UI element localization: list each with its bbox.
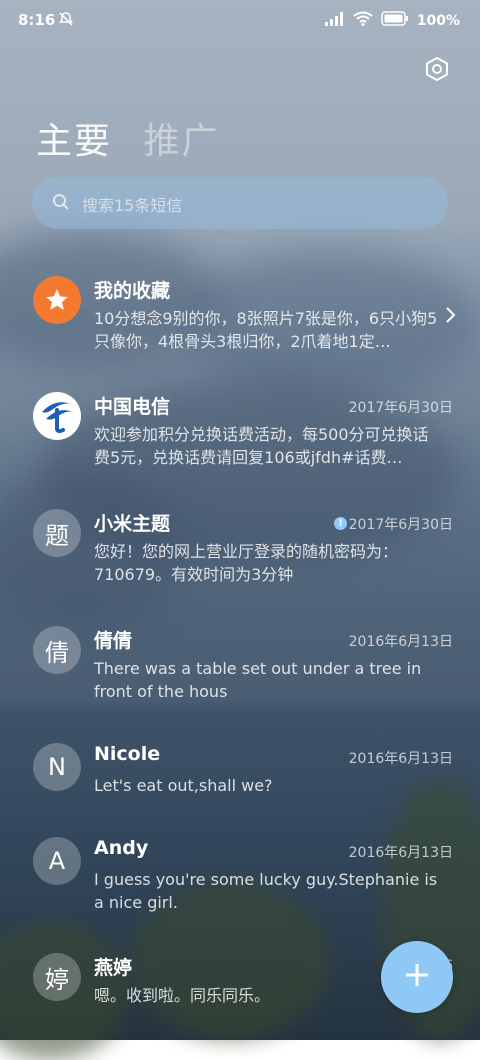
telecom-logo-icon xyxy=(33,392,81,440)
thread-date: 2016年6月13日 xyxy=(348,751,453,767)
wifi-icon xyxy=(353,11,373,30)
message-tabs: 主要 推广 xyxy=(36,112,237,164)
avatar: 婷 xyxy=(33,953,81,1001)
search-bar[interactable]: 搜索15条短信 xyxy=(32,177,448,229)
thread-name: 中国电信 xyxy=(94,396,171,418)
thread-preview: I guess you're some lucky guy.Stephanie … xyxy=(94,870,438,912)
avatar: A xyxy=(33,837,81,885)
search-icon xyxy=(52,193,70,215)
thread-preview: 10分想念9别的你，8张照片7张是你，6只小狗5只像你，4根骨头3根归你，2爪着… xyxy=(94,309,438,351)
status-bar: 8:16 100% xyxy=(0,0,480,40)
alert-icon: ! xyxy=(334,517,347,530)
thread-preview: 您好！您的网上营业厅登录的随机密码为：710679。有效时间为3分钟 xyxy=(94,542,399,584)
search-placeholder: 搜索15条短信 xyxy=(82,196,183,215)
thread-preview: Let's eat out,shall we? xyxy=(94,776,273,795)
star-icon xyxy=(33,276,81,324)
status-time: 8:16 xyxy=(18,11,56,29)
thread-date: 2016年6月13日 xyxy=(348,634,453,650)
battery-percentage: 100% xyxy=(416,12,460,29)
thread-name: Nicole xyxy=(94,743,161,765)
thread-row-telecom[interactable]: 中国电信 2017年6月30日 欢迎参加积分兑换话费活动，每500分可兑换话费5… xyxy=(0,384,480,494)
thread-row-xiaomi-theme[interactable]: 题 小米主题 ! 2017年6月30日 您好！您的网上营业厅登录的随机密码为：7… xyxy=(0,501,480,611)
thread-row-favorites[interactable]: 我的收藏 10分想念9别的你，8张照片7张是你，6只小狗5只像你，4根骨头3根归… xyxy=(0,268,480,378)
thread-preview: There was a table set out under a tree i… xyxy=(94,659,422,701)
signal-icon xyxy=(324,11,345,30)
thread-name: 燕婷 xyxy=(94,957,133,979)
avatar: 题 xyxy=(33,509,81,557)
bell-off-icon xyxy=(58,11,74,31)
chevron-right-icon xyxy=(444,306,456,328)
thread-name: 小米主题 xyxy=(94,513,171,535)
tab-primary[interactable]: 主要 xyxy=(36,112,112,164)
thread-preview: 欢迎参加积分兑换话费活动，每500分可兑换话费5元，兑换话费请回复106或jfd… xyxy=(94,425,429,467)
tab-promotions[interactable]: 推广 xyxy=(143,112,219,164)
thread-row-andy[interactable]: A Andy 2016年6月13日 I guess you're some lu… xyxy=(0,829,480,939)
thread-date: 2016年6月13日 xyxy=(348,845,453,861)
new-message-button[interactable] xyxy=(381,941,453,1013)
thread-name: 我的收藏 xyxy=(94,280,171,302)
thread-date: 2017年6月30日 xyxy=(348,517,453,533)
plus-icon xyxy=(403,961,431,993)
settings-icon[interactable] xyxy=(424,56,450,82)
avatar: N xyxy=(33,743,81,791)
avatar: 倩 xyxy=(33,626,81,674)
thread-name: Andy xyxy=(94,837,149,859)
thread-row-qianqian[interactable]: 倩 倩倩 2016年6月13日 There was a table set ou… xyxy=(0,618,480,728)
thread-name: 倩倩 xyxy=(94,630,133,652)
thread-date: 2017年6月30日 xyxy=(348,400,453,416)
battery-icon xyxy=(380,11,409,30)
